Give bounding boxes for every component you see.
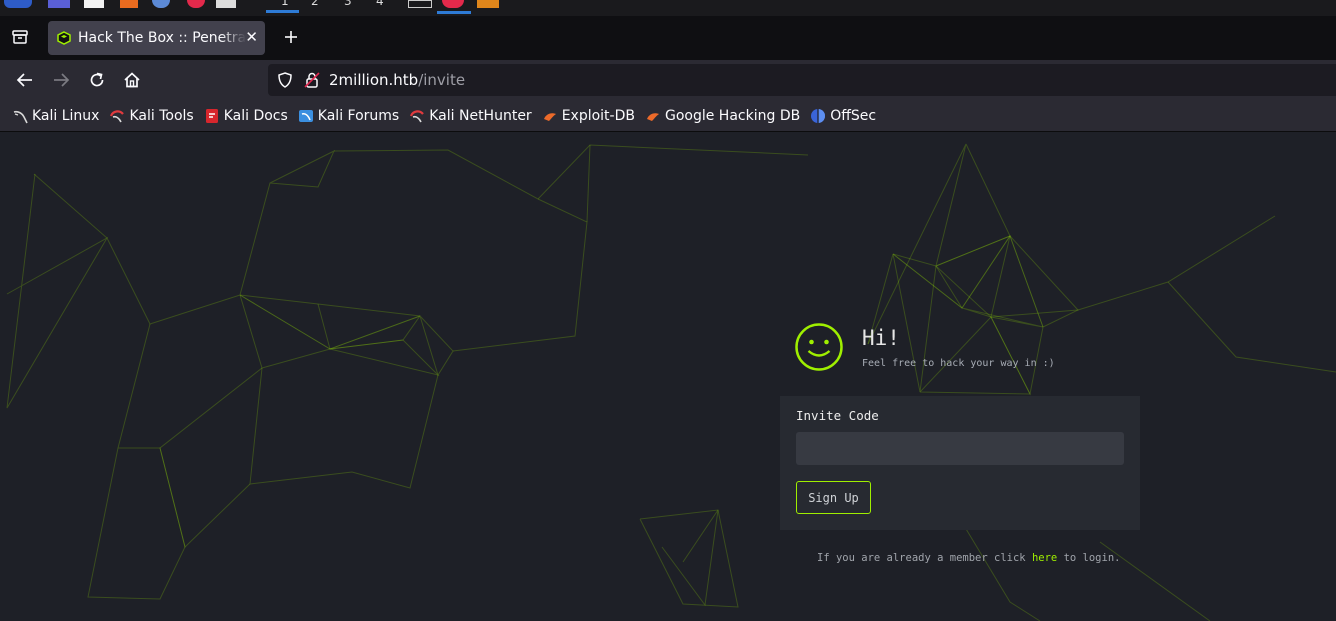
browser-app-icon[interactable] xyxy=(152,0,170,8)
invite-code-input[interactable] xyxy=(796,432,1124,465)
bookmark-label: Exploit-DB xyxy=(561,107,635,124)
taskbar-vlc-window[interactable] xyxy=(477,0,499,8)
hackthebox-favicon-icon xyxy=(57,31,71,45)
tab-close-icon[interactable]: ✕ xyxy=(245,29,258,45)
bookmarks-toolbar: Kali Linux Kali Tools Kali Docs Kali For… xyxy=(0,100,1336,132)
login-link[interactable]: here xyxy=(1032,552,1057,564)
firefox-app-icon[interactable] xyxy=(187,0,205,8)
new-tab-button[interactable] xyxy=(282,28,300,46)
bookmark-offsec[interactable]: OffSec xyxy=(810,108,876,124)
bookmark-exploit-db[interactable]: Exploit-DB xyxy=(542,108,635,124)
url-path: /invite xyxy=(418,71,466,89)
burp-app-icon[interactable] xyxy=(120,0,138,8)
workspace-4[interactable]: 4 xyxy=(376,0,384,8)
web-page: Hi! Feel free to hack your way in :) Inv… xyxy=(0,132,1336,621)
invite-form-card: Invite Code Sign Up xyxy=(780,396,1140,530)
taskbar-window-1[interactable] xyxy=(408,0,432,8)
offsec-icon xyxy=(811,108,826,123)
bookmark-kali-linux[interactable]: Kali Linux xyxy=(12,108,99,124)
workspace-indicator[interactable] xyxy=(266,10,299,13)
tab-title: Hack The Box :: Penetration Testing Labs xyxy=(78,30,246,46)
kali-tools-icon xyxy=(110,109,125,122)
exploit-db-icon xyxy=(543,112,556,121)
url-text[interactable]: 2million.htb/invite xyxy=(329,71,465,89)
bookmark-label: Kali Linux xyxy=(32,107,100,124)
reload-button[interactable] xyxy=(87,70,107,90)
kali-forums-icon xyxy=(298,109,313,122)
bookmark-label: Kali NetHunter xyxy=(429,107,532,124)
login-suffix: to login. xyxy=(1063,552,1121,564)
ghdb-icon xyxy=(646,112,659,121)
back-button[interactable] xyxy=(15,70,35,90)
os-top-panel: 1 2 3 4 xyxy=(0,0,1336,16)
taskbar-firefox-underline xyxy=(437,11,471,14)
kali-nethunter-icon xyxy=(410,109,425,122)
files-app-icon[interactable] xyxy=(84,0,104,8)
tagline: Feel free to hack your way in :) xyxy=(862,358,1055,369)
login-prefix: If you are already a member click xyxy=(817,552,1026,564)
workspace-2[interactable]: 2 xyxy=(311,0,319,8)
navigation-bar: 2million.htb/invite xyxy=(0,60,1336,100)
smiley-icon xyxy=(795,323,843,371)
tracking-shield-icon[interactable] xyxy=(276,71,294,89)
insecure-lock-icon[interactable] xyxy=(303,71,321,89)
bookmark-kali-nethunter[interactable]: Kali NetHunter xyxy=(409,107,532,124)
sign-up-button[interactable]: Sign Up xyxy=(796,481,871,514)
window-app-icon[interactable] xyxy=(216,0,236,8)
bookmark-kali-tools[interactable]: Kali Tools xyxy=(109,107,194,124)
bookmark-kali-docs[interactable]: Kali Docs xyxy=(204,108,288,124)
network-background xyxy=(6,143,1336,621)
taskbar-firefox-window[interactable] xyxy=(442,0,464,8)
tab-bar: Hack The Box :: Penetration Testing Labs… xyxy=(0,16,1336,60)
home-button[interactable] xyxy=(122,70,142,90)
kali-dragon-icon xyxy=(13,110,28,123)
greeting-heading: Hi! xyxy=(862,326,900,350)
tab-overview-button[interactable] xyxy=(11,28,29,46)
kali-docs-icon xyxy=(205,108,218,123)
tab-hackthebox[interactable]: Hack The Box :: Penetration Testing Labs… xyxy=(48,21,265,55)
workspace-1[interactable]: 1 xyxy=(281,0,289,8)
bookmark-label: Google Hacking DB xyxy=(664,107,801,124)
bookmark-label: OffSec xyxy=(830,107,877,124)
forward-button[interactable] xyxy=(51,70,71,90)
url-bar[interactable]: 2million.htb/invite xyxy=(268,64,1336,96)
bookmark-kali-forums[interactable]: Kali Forums xyxy=(298,108,399,124)
workspace-3[interactable]: 3 xyxy=(344,0,352,8)
bookmark-label: Kali Tools xyxy=(129,107,194,124)
terminal-app-icon[interactable] xyxy=(48,0,70,8)
bookmark-label: Kali Docs xyxy=(223,107,288,124)
login-hint: If you are already a member click here t… xyxy=(817,552,1120,564)
bookmark-google-hacking-db[interactable]: Google Hacking DB xyxy=(645,108,800,124)
url-host: 2million.htb xyxy=(329,71,419,89)
bookmark-label: Kali Forums xyxy=(317,107,400,124)
invite-code-label: Invite Code xyxy=(796,408,879,423)
kali-menu-icon[interactable] xyxy=(4,0,32,8)
